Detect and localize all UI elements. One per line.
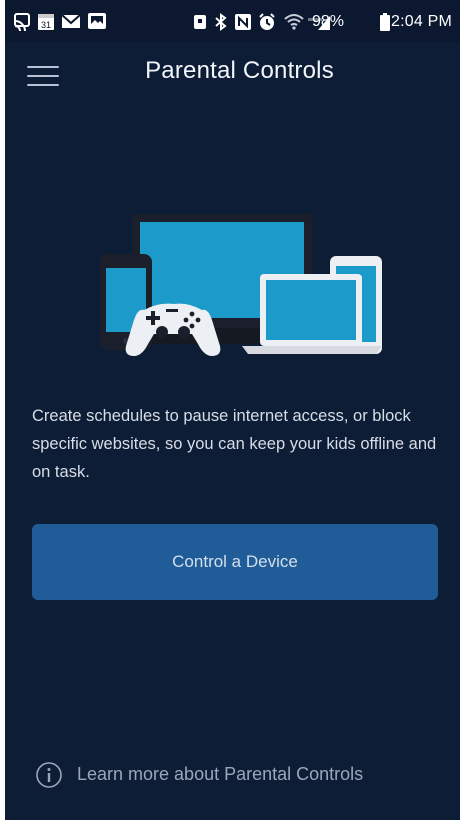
control-a-device-button[interactable]: Control a Device [32,524,438,600]
status-time: 12:04 PM [381,13,452,30]
status-bar: 31 98% 12:04 PM [5,0,460,42]
alarm-icon [194,15,206,29]
calendar-date: 31 [41,20,51,30]
description-text: Create schedules to pause internet acces… [32,407,437,481]
status-right-icons: 98% 12:04 PM [192,10,452,32]
nfc-icon [235,14,251,30]
learn-more-label: Learn more about Parental Controls [77,764,364,784]
laptop-icon [242,274,382,354]
gallery-icon [88,13,106,29]
info-icon [36,762,62,788]
devices-illustration [100,214,382,356]
cast-icon [14,13,30,31]
game-controller-icon [125,303,221,356]
bluetooth-icon [215,13,227,31]
learn-more-link[interactable]: Learn more about Parental Controls [35,760,445,790]
wifi-icon [284,14,304,30]
calendar-icon: 31 [38,14,54,30]
clock-icon [259,13,275,30]
phone-screen: 31 98% 12:04 PM Parental Controls Create… [5,0,460,820]
mail-icon [61,14,81,28]
page-title: Parental Controls [145,57,334,84]
battery-percent: 98% [311,13,344,30]
